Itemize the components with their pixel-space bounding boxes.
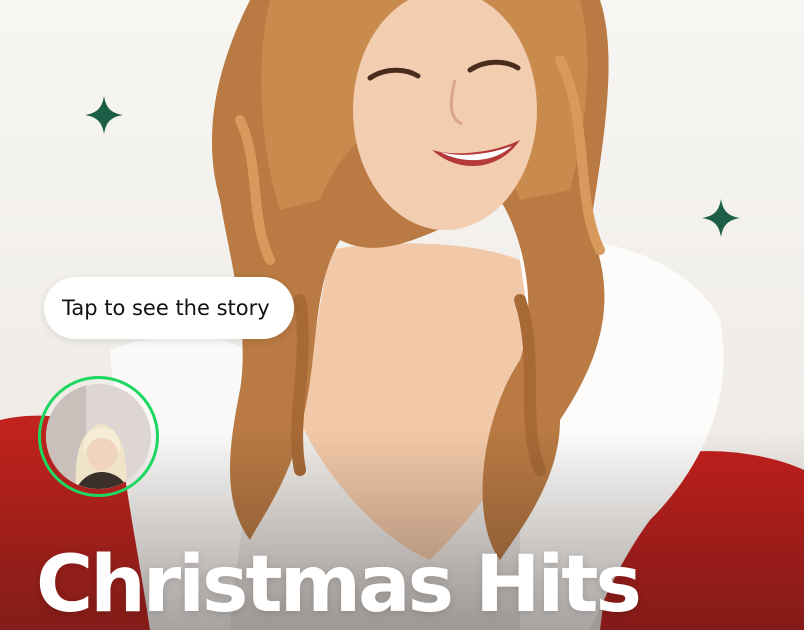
story-tooltip[interactable]: Tap to see the story [44,277,294,339]
playlist-cover: Tap to see the story Christmas Hits [0,0,804,630]
avatar [46,384,151,489]
playlist-title: Christmas Hits [36,540,642,630]
story-avatar-button[interactable] [38,376,159,497]
story-tooltip-label: Tap to see the story [62,296,270,320]
sparkle-icon [702,199,740,237]
sparkle-icon [85,96,123,134]
